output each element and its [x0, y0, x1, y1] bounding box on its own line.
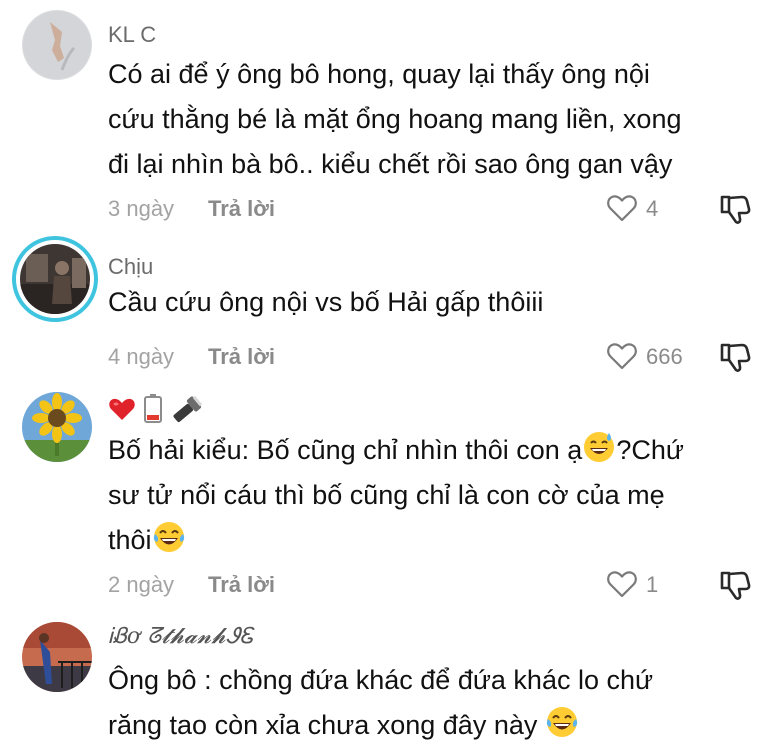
comment-meta: 3 ngày Trả lời 4: [108, 194, 768, 226]
heart-outline-icon[interactable]: [606, 568, 638, 600]
comment-text: Ông bô : chồng đứa khác để đứa khác lo c…: [108, 658, 768, 748]
heart-outline-icon[interactable]: [606, 192, 638, 224]
avatar[interactable]: [20, 244, 90, 314]
comment-timestamp: 4 ngày: [108, 344, 175, 369]
avatar[interactable]: [22, 392, 92, 462]
reply-button[interactable]: Trả lời: [208, 344, 275, 370]
comment-meta: 4 ngày Trả lời 666: [108, 342, 768, 374]
comment-line: thôi: [108, 518, 768, 563]
avatar-image: [20, 244, 90, 314]
smiling-sweat-emoji: [584, 432, 615, 462]
reply-button[interactable]: Trả lời: [208, 196, 275, 222]
like-count: 4: [646, 196, 659, 221]
red-heart-emoji: [109, 398, 135, 420]
comment-line-part: Bố hải kiểu: Bố cũng chỉ nhìn thôi con ạ: [108, 435, 583, 465]
comment-text: Có ai để ý ông bô hong, quay lại thấy ôn…: [108, 52, 768, 187]
comment-text: Bố hải kiểu: Bố cũng chỉ nhìn thôi con ạ…: [108, 428, 768, 563]
comment-meta: 2 ngày Trả lời 1: [108, 570, 768, 602]
comment-line: Cầu cứu ông nội vs bố Hải gấp thôiii: [108, 287, 544, 317]
avatar[interactable]: [22, 10, 92, 80]
comment-line: Ông bô : chồng đứa khác để đứa khác lo c…: [108, 665, 654, 695]
username[interactable]: KL C: [108, 22, 156, 48]
reply-button[interactable]: Trả lời: [208, 572, 275, 598]
comment-line-part: thôi: [108, 525, 152, 555]
avatar[interactable]: [22, 622, 92, 692]
username[interactable]: Chịu: [108, 254, 153, 280]
flashlight-emoji: [173, 395, 203, 423]
comment-line-part: răng tao còn xỉa chưa xong đây này: [108, 710, 538, 740]
username[interactable]: ᎥᏰơ ᘔ𝓽𝓱𝓪𝓷𝓱ᏭᏋ: [108, 624, 253, 649]
comment-line: Có ai để ý ông bô hong, quay lại thấy ôn…: [108, 59, 650, 89]
tears-of-joy-emoji: [546, 707, 577, 737]
avatar-image: [22, 392, 92, 462]
comment-line: đi lại nhìn bà bô.. kiểu chết rồi sao ôn…: [108, 149, 673, 179]
comment-line: răng tao còn xỉa chưa xong đây này: [108, 703, 768, 748]
low-battery-emoji: [144, 394, 162, 423]
thumbs-down-icon[interactable]: [718, 192, 752, 226]
comment-line: Bố hải kiểu: Bố cũng chỉ nhìn thôi con ạ…: [108, 428, 768, 473]
avatar-image: [22, 622, 92, 692]
username[interactable]: [108, 392, 204, 426]
tears-of-joy-emoji: [153, 522, 184, 552]
comment-timestamp: 2 ngày: [108, 572, 175, 597]
comment-line: sư tử nổi cáu thì bố cũng chỉ là con cờ …: [108, 480, 665, 510]
thumbs-down-icon[interactable]: [718, 340, 752, 374]
like-count: 666: [646, 344, 683, 369]
comment-timestamp: 3 ngày: [108, 196, 175, 221]
avatar-image: [22, 10, 92, 80]
comment-text: Cầu cứu ông nội vs bố Hải gấp thôiii: [108, 280, 768, 325]
like-count: 1: [646, 572, 659, 597]
comment-line-part: ?Chứ: [616, 435, 684, 465]
comment-line: cứu thằng bé là mặt ổng hoang mang liền,…: [108, 104, 682, 134]
heart-outline-icon[interactable]: [606, 340, 638, 372]
thumbs-down-icon[interactable]: [718, 568, 752, 602]
username-emojis: [109, 394, 203, 423]
